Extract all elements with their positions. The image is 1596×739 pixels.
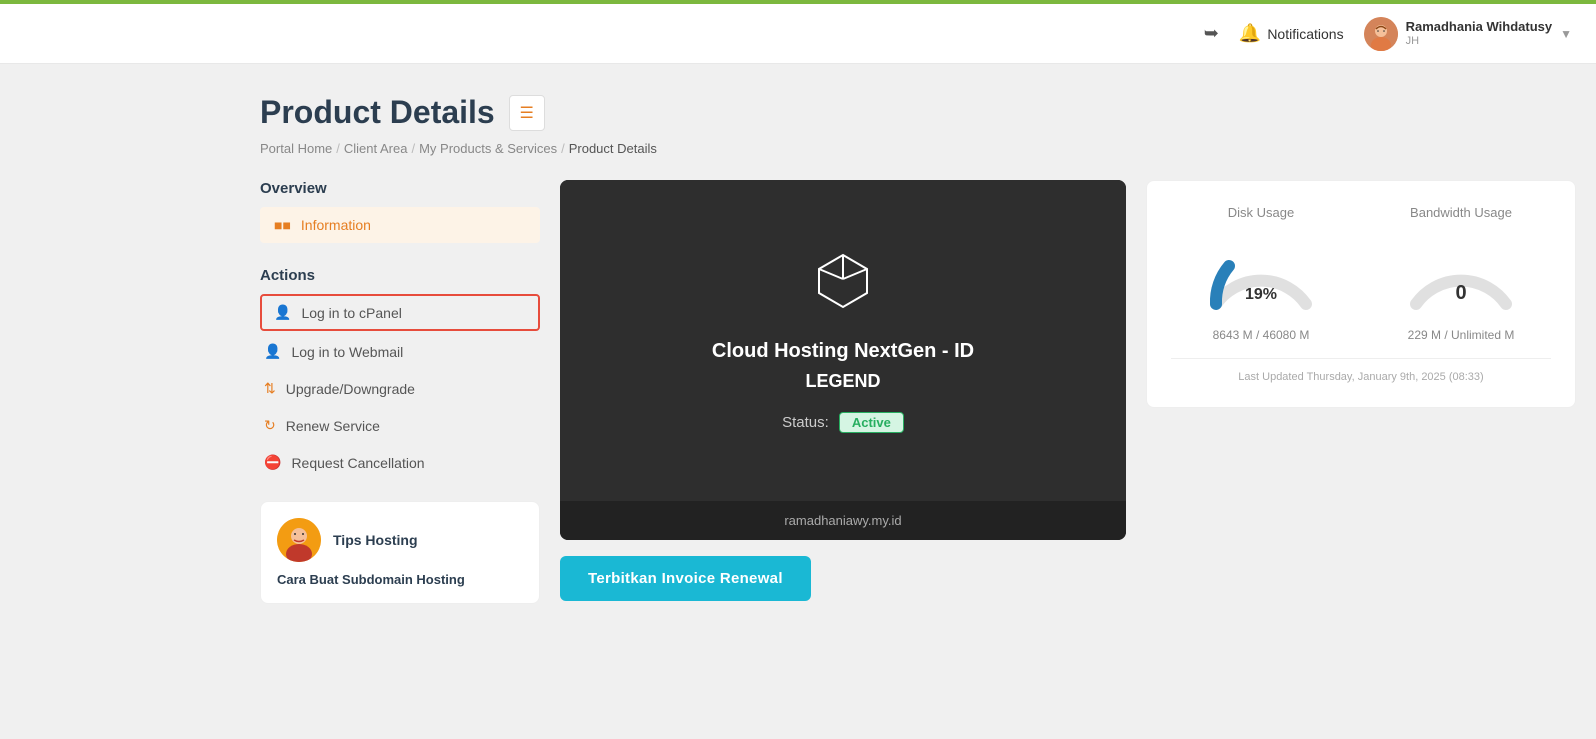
header: ➥ 🔔 Notifications Ramadhania Wihdatusy J… (0, 4, 1596, 64)
disk-usage-block: Disk Usage 19% 8643 M / 46080 M (1201, 205, 1321, 342)
breadcrumb-sep-1: / (336, 141, 340, 156)
breadcrumb: Portal Home / Client Area / My Products … (260, 141, 1576, 156)
tips-card: Tips Hosting Cara Buat Subdomain Hosting (260, 501, 540, 604)
bandwidth-numbers: 229 M / Unlimited M (1408, 328, 1515, 342)
share-icon[interactable]: ➥ (1204, 23, 1219, 44)
tips-header: Tips Hosting (277, 518, 523, 562)
left-sidebar: Overview ■■ Information Actions 👤 Log in… (260, 180, 540, 604)
notifications-label: Notifications (1267, 26, 1343, 42)
webmail-icon: 👤 (264, 343, 281, 360)
breadcrumb-sep-2: / (411, 141, 415, 156)
product-legend: LEGEND (805, 371, 880, 392)
document-icon: ☰ (520, 103, 534, 123)
tips-title: Tips Hosting (333, 532, 418, 548)
svg-text:19%: 19% (1245, 286, 1277, 303)
breadcrumb-current: Product Details (569, 141, 657, 156)
action-upgrade-downgrade[interactable]: ⇅ Upgrade/Downgrade (260, 370, 540, 407)
product-domain: ramadhaniawy.my.id (784, 513, 901, 528)
user-name: Ramadhania Wihdatusy (1406, 19, 1553, 35)
breadcrumb-client-area[interactable]: Client Area (344, 141, 408, 156)
title-icon-box: ☰ (509, 95, 545, 131)
stats-row: Disk Usage 19% 8643 M / 46080 M (1171, 205, 1551, 342)
invoice-renewal-button[interactable]: Terbitkan Invoice Renewal (560, 556, 811, 601)
tips-avatar (277, 518, 321, 562)
user-dropdown-arrow: ▼ (1560, 27, 1572, 41)
stats-last-updated: Last Updated Thursday, January 9th, 2025… (1171, 358, 1551, 383)
cancel-icon: ⛔ (264, 454, 281, 471)
bandwidth-gauge: 0 (1401, 234, 1521, 314)
bandwidth-usage-label: Bandwidth Usage (1410, 205, 1512, 220)
breadcrumb-portal-home[interactable]: Portal Home (260, 141, 332, 156)
content-area: Product Details ☰ Portal Home / Client A… (240, 94, 1596, 604)
page-title-row: Product Details ☰ (260, 94, 1576, 131)
disk-usage-label: Disk Usage (1228, 205, 1294, 220)
product-card-body: Cloud Hosting NextGen - ID LEGEND Status… (560, 180, 1126, 501)
information-label: Information (301, 217, 371, 233)
tips-subtitle: Cara Buat Subdomain Hosting (277, 572, 523, 587)
disk-gauge: 19% (1201, 234, 1321, 314)
notifications-button[interactable]: 🔔 Notifications (1239, 23, 1344, 44)
disk-numbers: 8643 M / 46080 M (1213, 328, 1310, 342)
bell-icon: 🔔 (1239, 23, 1261, 44)
action-cancel-label: Request Cancellation (291, 455, 424, 471)
cpanel-icon: 👤 (274, 304, 291, 321)
product-card-footer: ramadhaniawy.my.id (560, 501, 1126, 540)
product-status-label: Status: (782, 414, 829, 431)
right-col: Disk Usage 19% 8643 M / 46080 M (1146, 180, 1576, 424)
sidebar-item-information[interactable]: ■■ Information (260, 207, 540, 243)
bandwidth-usage-block: Bandwidth Usage 0 229 M / Unlimited M (1401, 205, 1521, 342)
action-renew-service[interactable]: ↻ Renew Service (260, 407, 540, 444)
middle-col: Cloud Hosting NextGen - ID LEGEND Status… (560, 180, 1126, 601)
user-sub: JH (1406, 35, 1553, 48)
breadcrumb-sep-3: / (561, 141, 565, 156)
information-icon: ■■ (274, 217, 291, 233)
page-title: Product Details (260, 94, 495, 131)
action-renew-label: Renew Service (286, 418, 380, 434)
action-upgrade-label: Upgrade/Downgrade (286, 381, 415, 397)
avatar (1364, 17, 1398, 51)
renew-icon: ↻ (264, 417, 276, 434)
action-login-cpanel[interactable]: 👤 Log in to cPanel (260, 294, 540, 331)
main-content: Product Details ☰ Portal Home / Client A… (0, 64, 1596, 634)
stats-card: Disk Usage 19% 8643 M / 46080 M (1146, 180, 1576, 408)
user-info: Ramadhania Wihdatusy JH (1406, 19, 1553, 48)
breadcrumb-products-services[interactable]: My Products & Services (419, 141, 557, 156)
user-menu[interactable]: Ramadhania Wihdatusy JH ▼ (1364, 17, 1572, 51)
product-cube-icon (811, 249, 875, 316)
upgrade-icon: ⇅ (264, 380, 276, 397)
action-login-cpanel-label: Log in to cPanel (301, 305, 401, 321)
action-request-cancellation[interactable]: ⛔ Request Cancellation (260, 444, 540, 481)
product-status-row: Status: Active (782, 412, 904, 433)
three-col-layout: Overview ■■ Information Actions 👤 Log in… (260, 180, 1576, 604)
action-login-webmail-label: Log in to Webmail (291, 344, 403, 360)
product-card: Cloud Hosting NextGen - ID LEGEND Status… (560, 180, 1126, 540)
product-name: Cloud Hosting NextGen - ID (712, 340, 974, 363)
status-badge: Active (839, 412, 904, 433)
product-bottom: Terbitkan Invoice Renewal (560, 556, 1126, 601)
actions-title: Actions (260, 267, 540, 284)
actions-section: Actions 👤 Log in to cPanel 👤 Log in to W… (260, 267, 540, 481)
svg-text:0: 0 (1455, 282, 1466, 304)
overview-title: Overview (260, 180, 540, 197)
action-login-webmail[interactable]: 👤 Log in to Webmail (260, 333, 540, 370)
